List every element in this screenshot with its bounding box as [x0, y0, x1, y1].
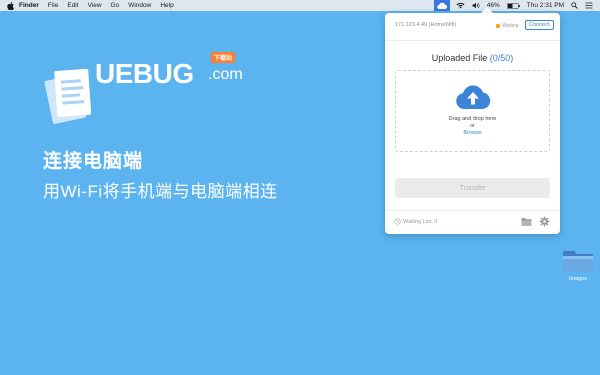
menu-window[interactable]: Window — [128, 2, 151, 9]
drop-hint: Drag and drop here — [448, 116, 497, 122]
browse-link[interactable]: Browse — [396, 130, 549, 136]
uebug-tray-icon[interactable] — [433, 0, 450, 11]
drop-zone[interactable]: Drag and drop here or Browse — [395, 70, 550, 152]
search-icon[interactable] — [571, 2, 578, 9]
brand-logo: UEBUG 下载站 .com — [40, 52, 270, 142]
apple-icon[interactable] — [6, 1, 14, 10]
volume-icon[interactable] — [472, 2, 480, 9]
desktop-folder-images[interactable]: Images — [560, 248, 596, 288]
wifi-icon[interactable] — [456, 2, 465, 9]
brand-badge: 下载站 — [211, 52, 236, 63]
panel-header: 171.123.4.49 (HomeWifi) Waiting Connect — [385, 13, 560, 41]
gear-icon[interactable] — [539, 216, 550, 227]
menu-go[interactable]: Go — [111, 2, 120, 9]
or-separator: or — [470, 123, 475, 129]
transfer-button[interactable]: Transfer — [395, 178, 550, 198]
hero-title: 连接电脑端 — [43, 151, 144, 172]
battery-icon[interactable] — [506, 2, 520, 9]
uploaded-label: Uploaded File — [431, 53, 488, 63]
uploaded-count: (0/50) — [489, 53, 514, 63]
status-label: Waiting — [502, 23, 519, 29]
transfer-panel: 171.123.4.49 (HomeWifi) Waiting Connect … — [385, 13, 560, 234]
cloud-upload-icon — [456, 85, 491, 109]
panel-footer: Waiting List: 0 — [385, 210, 560, 234]
clock-icon — [394, 218, 401, 225]
ip-address: 171.123.4.49 (HomeWifi) — [395, 22, 457, 28]
brand-name: UEBUG — [95, 58, 194, 89]
menu-bar-extras: 46% Thu 2:31 PM — [433, 0, 600, 11]
connection-status: Waiting — [496, 23, 519, 29]
waiting-list: Waiting List: 0 — [394, 218, 437, 225]
menu-file[interactable]: File — [48, 2, 58, 9]
status-dot — [496, 24, 500, 28]
menu-help[interactable]: Help — [160, 2, 173, 9]
menu-clock[interactable]: Thu 2:31 PM — [527, 2, 564, 9]
hero-subtitle: 用Wi-Fi将手机端与电脑端相连 — [43, 182, 278, 201]
menu-view[interactable]: View — [88, 2, 102, 9]
uploaded-title: Uploaded File (0/50) — [385, 53, 560, 63]
waiting-list-label: Waiting List: 0 — [403, 218, 438, 225]
menu-edit[interactable]: Edit — [67, 2, 78, 9]
folder-icon — [563, 251, 593, 272]
brand-domain: .com — [208, 66, 243, 83]
menu-bar: Finder File Edit View Go Window Help 46%… — [0, 0, 600, 11]
folder-icon[interactable] — [521, 217, 532, 227]
connect-button[interactable]: Connect — [525, 20, 554, 30]
list-icon[interactable] — [585, 2, 593, 9]
menu-finder[interactable]: Finder — [19, 2, 39, 9]
document-stack-icon — [44, 68, 92, 124]
desktop-folder-label: Images — [568, 276, 588, 282]
